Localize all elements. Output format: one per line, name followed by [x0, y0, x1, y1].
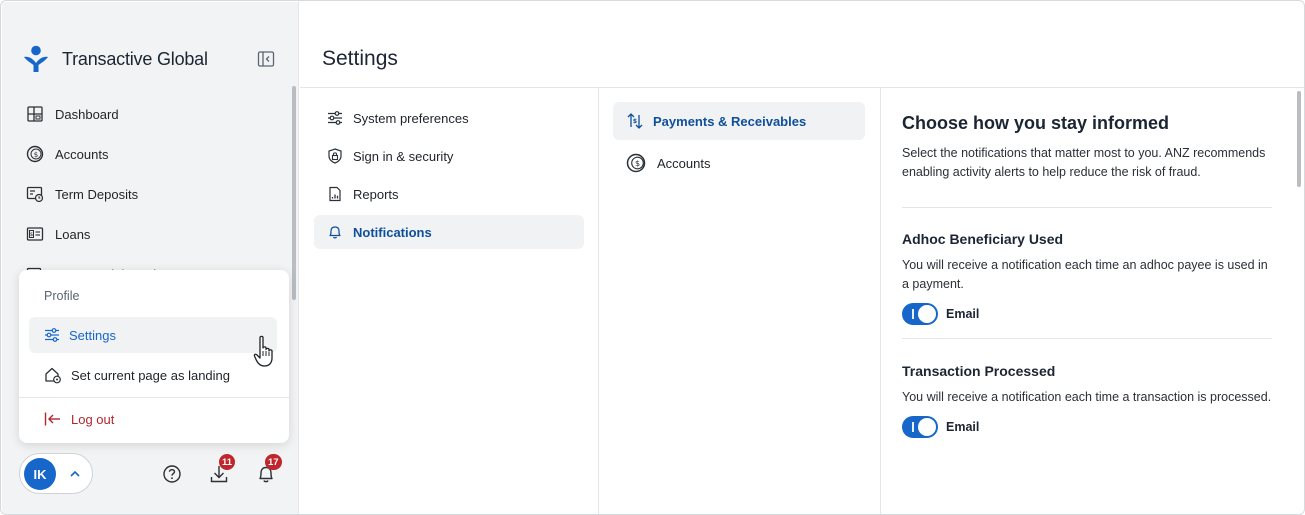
set-landing-menu-item[interactable]: Set current page as landing — [29, 357, 277, 393]
settings-nav: System preferences Sign in & security Re… — [314, 101, 584, 253]
dollar-coin-icon: $ — [26, 145, 44, 163]
brand-name: Transactive Global — [62, 48, 208, 69]
panel-description: Select the notifications that matter mos… — [902, 146, 1266, 179]
settings-menu-item[interactable]: Settings — [29, 317, 277, 353]
settings-nav-label: Reports — [353, 186, 399, 202]
settings-nav-notifications[interactable]: Notifications — [314, 215, 584, 249]
settings-nav-label: Sign in & security — [353, 148, 454, 164]
bell-icon — [329, 226, 341, 239]
chevron-up-icon — [70, 470, 80, 477]
logout-icon — [44, 412, 60, 426]
sidebar-item-accounts[interactable]: $ Accounts — [22, 134, 282, 174]
dollar-coin-icon: $ — [626, 153, 646, 173]
home-landing-icon — [45, 367, 61, 384]
settings-nav-label: Notifications — [353, 224, 432, 240]
svg-text:$: $ — [30, 232, 34, 238]
profile-menu: Profile Settings Set current page as lan… — [19, 270, 289, 443]
notification-section-adhoc: Adhoc Beneficiary Used You will receive … — [902, 231, 1272, 325]
header-divider — [300, 87, 1304, 88]
section-divider — [902, 338, 1272, 339]
page-title: Settings — [322, 47, 398, 70]
email-toggle[interactable] — [902, 416, 938, 438]
collapse-sidebar-icon[interactable] — [257, 50, 275, 68]
settings-nav-reports[interactable]: Reports — [314, 177, 584, 211]
downloads-badge: 11 — [219, 454, 236, 470]
email-toggle-row: Email — [902, 416, 1272, 438]
toggle-label: Email — [946, 307, 980, 321]
document-icon — [329, 186, 341, 202]
profile-menu-heading: Profile — [44, 289, 80, 303]
sliders-icon — [328, 111, 342, 125]
sidebar-item-label: Accounts — [55, 146, 109, 162]
notification-categories: $ Payments & Receivables $ Accounts — [613, 102, 865, 186]
term-deposit-icon — [26, 186, 44, 203]
category-label: Payments & Receivables — [653, 113, 807, 129]
section-description: You will receive a notification each tim… — [902, 390, 1272, 404]
sidebar-nav: Dashboard $ Accounts Term Deposits $ Loa… — [22, 94, 282, 294]
sidebar-item-label: Loans — [55, 226, 91, 242]
section-description: You will receive a notification each tim… — [902, 258, 1268, 291]
transfer-arrows-icon: $ — [627, 113, 643, 129]
settings-menu-label: Settings — [69, 327, 116, 343]
toggle-label: Email — [946, 420, 980, 434]
hand-pointer-cursor-icon — [253, 335, 273, 367]
sidebar-item-label: Term Deposits — [55, 186, 139, 202]
column-divider — [880, 88, 881, 514]
sidebar-item-dashboard[interactable]: Dashboard — [22, 94, 282, 134]
svg-text:$: $ — [34, 151, 38, 159]
column-divider — [598, 88, 599, 514]
sidebar-scrollbar[interactable] — [292, 86, 296, 300]
shield-lock-icon — [328, 148, 342, 164]
set-landing-label: Set current page as landing — [71, 367, 230, 383]
settings-nav-system-preferences[interactable]: System preferences — [314, 101, 584, 135]
email-toggle[interactable] — [902, 303, 938, 325]
category-label: Accounts — [657, 155, 711, 171]
avatar: IK — [24, 458, 56, 490]
category-accounts[interactable]: $ Accounts — [613, 144, 865, 182]
logout-label: Log out — [71, 411, 115, 427]
email-toggle-row: Email — [902, 303, 1272, 325]
notification-section-transaction: Transaction Processed You will receive a… — [902, 363, 1272, 438]
panel-title: Choose how you stay informed — [902, 113, 1170, 133]
notifications-badge: 17 — [265, 454, 282, 470]
loans-icon: $ — [26, 227, 44, 241]
settings-nav-label: System preferences — [353, 110, 469, 126]
sidebar-item-loans[interactable]: $ Loans — [22, 214, 282, 254]
category-payments-receivables[interactable]: $ Payments & Receivables — [613, 102, 865, 140]
notifications-panel: Choose how you stay informed Select the … — [902, 101, 1272, 438]
logout-menu-item[interactable]: Log out — [29, 401, 277, 437]
settings-nav-sign-in-security[interactable]: Sign in & security — [314, 139, 584, 173]
sidebar-item-term-deposits[interactable]: Term Deposits — [22, 174, 282, 214]
menu-divider — [19, 397, 289, 398]
svg-text:$: $ — [635, 159, 640, 168]
sliders-icon — [45, 328, 59, 342]
dashboard-icon — [27, 106, 43, 122]
section-title: Adhoc Beneficiary Used — [902, 231, 1064, 247]
svg-text:$: $ — [633, 118, 637, 125]
sidebar-item-label: Dashboard — [55, 106, 119, 122]
section-title: Transaction Processed — [902, 363, 1056, 379]
brand-logo-icon — [24, 45, 48, 72]
help-icon[interactable] — [161, 463, 183, 485]
section-divider — [902, 207, 1272, 208]
user-menu-toggle[interactable]: IK — [19, 453, 93, 494]
app-window: Transactive Global Dashboard $ Accounts … — [0, 0, 1305, 515]
panel-scrollbar[interactable] — [1297, 91, 1301, 187]
brand[interactable]: Transactive Global — [22, 44, 208, 74]
